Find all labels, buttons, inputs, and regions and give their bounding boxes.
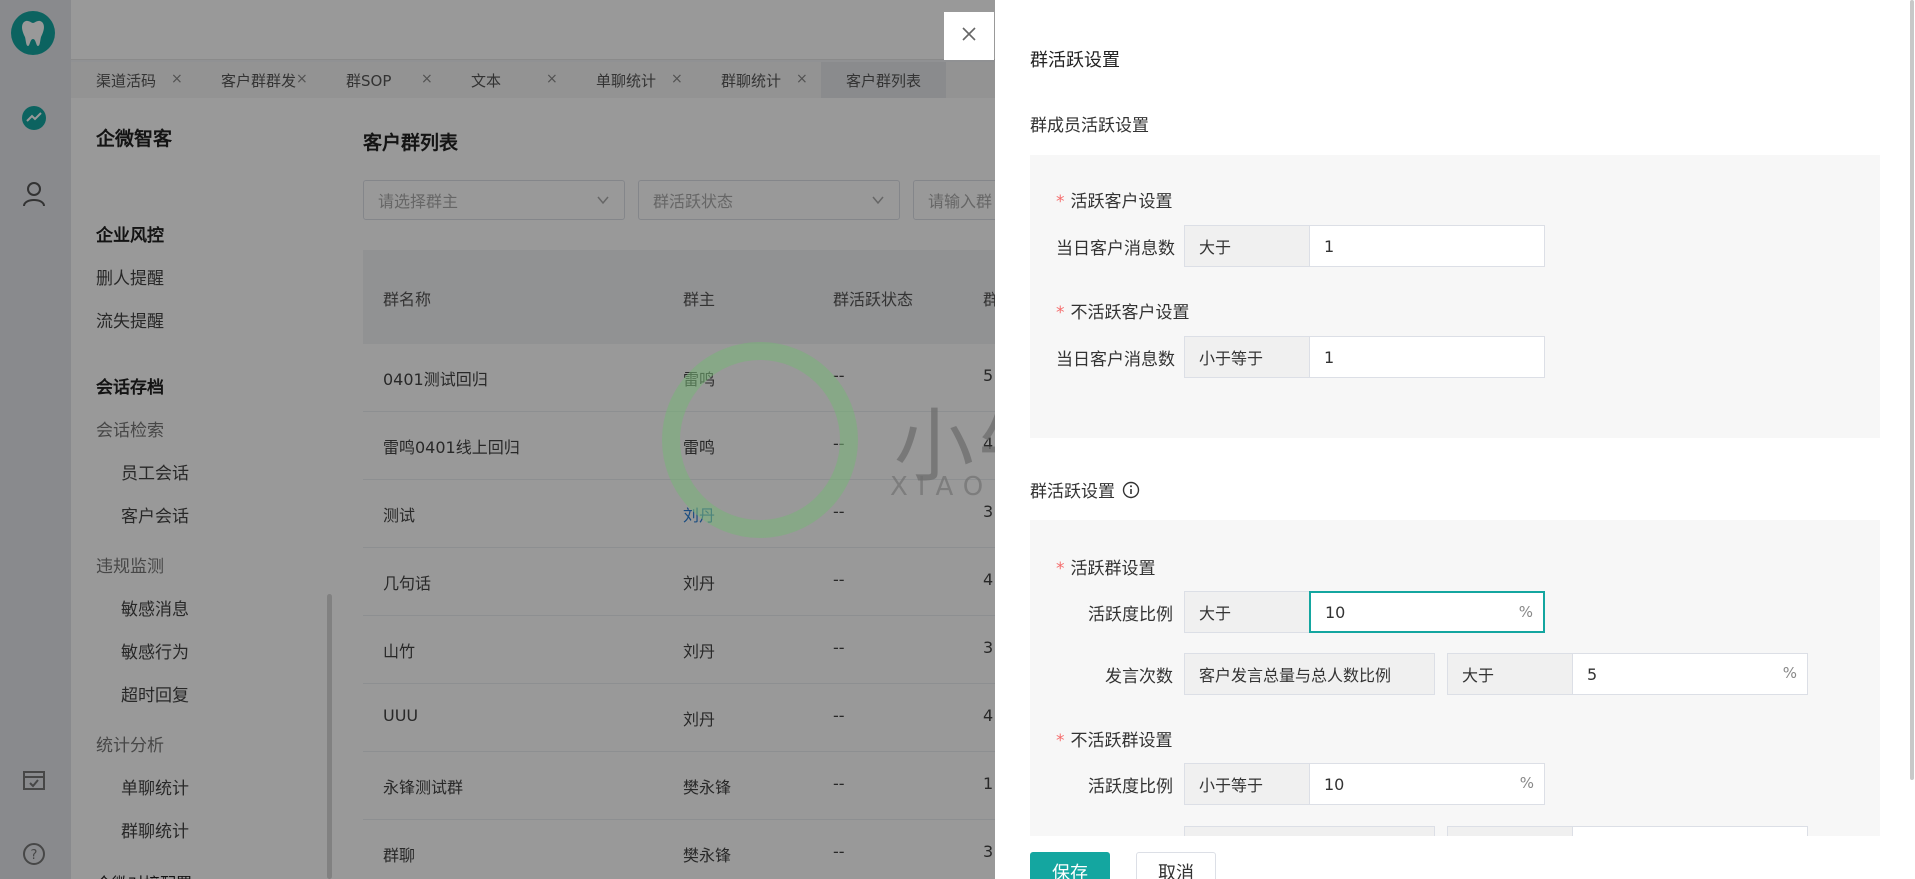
percent-suffix: %: [1518, 603, 1533, 621]
active-group-title: * 活跃群设置: [1056, 554, 1156, 579]
member-activity-section-title: 群成员活跃设置: [1030, 116, 1149, 136]
required-mark: *: [1056, 731, 1065, 751]
settings-drawer: 群活跃设置 群成员活跃设置 * 活跃客户设置 当日客户消息数 大于 1 * 不活跃客…: [995, 0, 1915, 879]
inactive-customer-title: * 不活跃客户设置: [1056, 298, 1190, 323]
required-mark: *: [1056, 192, 1065, 212]
group-activity-panel: * 活跃群设置 活跃度比例 大于 10% 发言次数 客户发言总量与总人数比例 大于…: [1030, 520, 1880, 840]
active-customer-title-text: 活跃客户设置: [1070, 192, 1173, 212]
group-activity-section-title: 群活跃设置: [1030, 477, 1140, 504]
drawer-scrollbar[interactable]: [1910, 0, 1914, 780]
active-group-title-text: 活跃群设置: [1070, 559, 1156, 579]
close-icon: [961, 26, 977, 46]
inactive-ratio-value: 10: [1324, 774, 1345, 794]
speak-count-label: 发言次数: [1105, 667, 1173, 687]
active-customer-operator[interactable]: 大于: [1184, 225, 1310, 267]
drawer-footer: 保存 取消: [995, 836, 1915, 879]
speak-value: 5: [1587, 664, 1598, 684]
speak-operator[interactable]: 大于: [1447, 653, 1573, 695]
inactive-customer-title-text: 不活跃客户设置: [1070, 303, 1190, 323]
member-activity-panel: * 活跃客户设置 当日客户消息数 大于 1 * 不活跃客户设置 当日客户消息数 小于…: [1030, 155, 1880, 438]
drawer-title: 群活跃设置: [1030, 50, 1120, 71]
inactive-ratio-operator[interactable]: 小于等于: [1184, 763, 1310, 805]
inactive-group-title: * 不活跃群设置: [1056, 726, 1173, 751]
active-customer-label: 当日客户消息数: [1056, 239, 1175, 259]
modal-overlay[interactable]: [0, 0, 995, 879]
group-activity-section-text: 群活跃设置: [1030, 482, 1115, 502]
inactive-customer-operator[interactable]: 小于等于: [1184, 336, 1310, 378]
active-ratio-input[interactable]: 10%: [1309, 591, 1545, 633]
active-ratio-label: 活跃度比例: [1088, 605, 1173, 625]
info-icon[interactable]: [1122, 481, 1140, 504]
percent-suffix: %: [1519, 774, 1534, 792]
inactive-ratio-input[interactable]: 10%: [1309, 763, 1545, 805]
inactive-group-title-text: 不活跃群设置: [1070, 731, 1173, 751]
inactive-ratio-label: 活跃度比例: [1088, 777, 1173, 797]
active-customer-title: * 活跃客户设置: [1056, 187, 1173, 212]
speak-metric-select[interactable]: 客户发言总量与总人数比例: [1184, 653, 1435, 695]
active-customer-value: 1: [1324, 236, 1335, 256]
active-ratio-value: 10: [1325, 602, 1346, 622]
required-mark: *: [1056, 303, 1065, 323]
inactive-customer-label: 当日客户消息数: [1056, 350, 1175, 370]
inactive-customer-input[interactable]: 1: [1309, 336, 1545, 378]
inactive-customer-value: 1: [1324, 347, 1335, 367]
save-button[interactable]: 保存: [1030, 852, 1110, 879]
speak-value-input[interactable]: 5%: [1572, 653, 1808, 695]
required-mark: *: [1056, 559, 1065, 579]
active-customer-input[interactable]: 1: [1309, 225, 1545, 267]
active-ratio-operator[interactable]: 大于: [1184, 591, 1310, 633]
cancel-button[interactable]: 取消: [1136, 852, 1216, 879]
percent-suffix: %: [1782, 664, 1797, 682]
close-drawer-button[interactable]: [944, 12, 994, 60]
